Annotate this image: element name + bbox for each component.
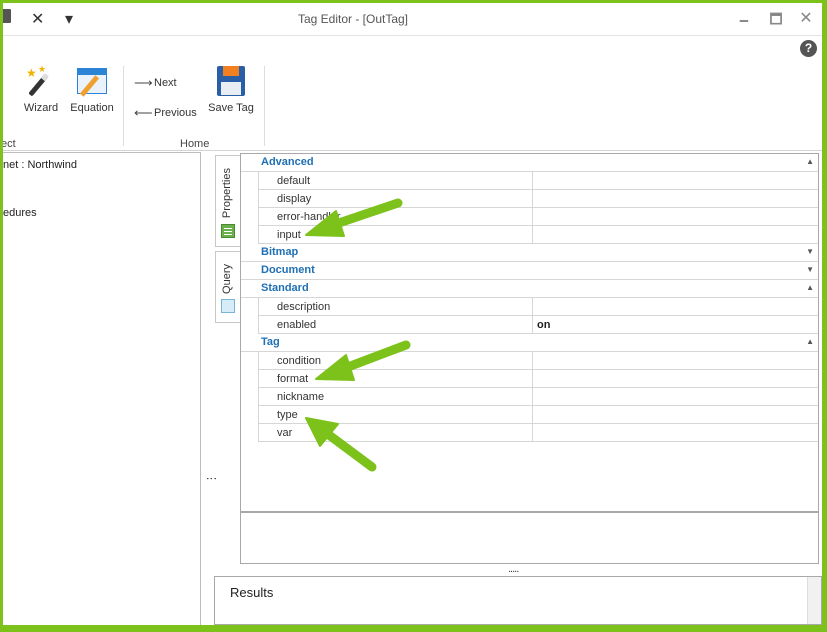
category-label: Advanced (261, 156, 314, 168)
help-icon[interactable]: ? (800, 40, 817, 57)
property-value-field[interactable] (532, 388, 819, 405)
property-row-var[interactable]: var (258, 424, 818, 442)
category-label: Document (261, 264, 315, 276)
minimize-button[interactable]: 🗕 (733, 9, 755, 29)
category-standard[interactable]: Standard ▲ (241, 280, 818, 298)
maximize-button[interactable]: 🗖 (765, 9, 787, 29)
save-tag-button[interactable]: Save Tag (205, 66, 257, 114)
tab-query[interactable]: Query (215, 251, 241, 323)
property-value-field[interactable] (532, 352, 819, 369)
tree-item-procedures[interactable]: edures (3, 207, 37, 219)
ribbon-group-home-label: Home (180, 138, 210, 150)
window-title: Tag Editor - [OutTag] (297, 12, 409, 26)
property-name: input (277, 229, 301, 241)
collapse-icon[interactable]: ▲ (806, 157, 814, 166)
arrow-right-icon: ⟶ (134, 75, 153, 90)
category-bitmap[interactable]: Bitmap ▼ (241, 244, 818, 262)
property-name: display (277, 193, 312, 205)
results-label: Results (230, 585, 274, 600)
wizard-button[interactable]: ★ ★ Wizard (21, 64, 61, 114)
property-name: nickname (277, 391, 325, 403)
ribbon-separator (123, 66, 124, 146)
property-value-field[interactable] (532, 298, 819, 315)
save-tag-label: Save Tag (208, 102, 254, 114)
property-value-field[interactable] (532, 226, 819, 243)
property-value: on (537, 319, 551, 331)
property-value-field[interactable] (532, 190, 819, 207)
tree-item-connection[interactable]: net : Northwind (3, 159, 77, 171)
property-list-icon (221, 224, 235, 238)
tab-query-label: Query (221, 264, 233, 294)
category-tag[interactable]: Tag ▲ (241, 334, 818, 352)
category-label: Bitmap (261, 246, 299, 258)
property-name: error-handler (277, 211, 341, 223)
property-name: format (277, 373, 309, 385)
tag-editor-window: ✕ ▾ Tag Editor - [OutTag] 🗕 🗖 ✕ ? w ★ ★ … (3, 3, 822, 625)
property-row-enabled[interactable]: enabled on (258, 316, 818, 334)
magic-wand-icon: ★ ★ (24, 64, 58, 98)
property-value-field[interactable] (532, 172, 819, 189)
close-button[interactable]: ✕ (795, 9, 817, 29)
category-label: Tag (261, 336, 280, 348)
floppy-disk-icon (214, 66, 248, 98)
arrow-left-icon: ⟵ (134, 105, 153, 120)
property-row-type[interactable]: type (258, 406, 818, 424)
property-row-default[interactable]: default (258, 172, 818, 190)
property-row-condition[interactable]: condition (258, 352, 818, 370)
equation-label: Equation (70, 102, 114, 114)
property-row-description[interactable]: description (258, 298, 818, 316)
tab-properties-label: Properties (221, 168, 233, 219)
property-name: enabled (277, 319, 317, 331)
expand-icon[interactable]: ▼ (806, 247, 814, 256)
property-value-field[interactable] (532, 208, 819, 225)
vertical-splitter-handle[interactable]: ⋮ (205, 473, 218, 482)
expand-icon[interactable]: ▼ (806, 265, 814, 274)
collapse-icon[interactable]: ▲ (806, 337, 814, 346)
previous-label: Previous (154, 106, 197, 119)
category-document[interactable]: Document ▼ (241, 262, 818, 280)
property-value-field[interactable] (532, 406, 819, 423)
property-name: type (277, 409, 298, 421)
results-panel: Results (214, 576, 822, 625)
results-scrollbar[interactable] (807, 577, 821, 624)
property-name: var (277, 427, 293, 439)
property-name: default (277, 175, 311, 187)
property-row-input[interactable]: input (258, 226, 818, 244)
connection-tree-panel: net : Northwind edures (3, 152, 201, 625)
category-advanced[interactable]: Advanced ▲ (241, 154, 818, 172)
property-name: condition (277, 355, 322, 367)
property-value-field[interactable]: on (532, 316, 819, 333)
ribbon-separator (264, 66, 265, 146)
property-grid: Advanced ▲ default display error-handler inpu… (240, 153, 819, 513)
previous-button[interactable]: ⟵Previous (134, 105, 197, 121)
property-name: description (277, 301, 331, 313)
property-row-nickname[interactable]: nickname (258, 388, 818, 406)
property-value-field[interactable] (532, 370, 819, 387)
property-row-format[interactable]: format (258, 370, 818, 388)
title-bar: ✕ ▾ Tag Editor - [OutTag] 🗕 🗖 ✕ (3, 3, 822, 35)
equation-icon (75, 66, 109, 98)
ribbon-group-label: ect (3, 138, 16, 150)
tab-properties[interactable]: Properties (215, 155, 241, 247)
query-edit-icon (221, 299, 235, 313)
ribbon: ? w ★ ★ Wizard Equation ⟶Next ⟵Previous (3, 35, 822, 151)
wizard-label: Wizard (23, 102, 59, 114)
property-description-panel (240, 511, 819, 564)
property-row-display[interactable]: display (258, 190, 818, 208)
property-row-error-handler[interactable]: error-handler (258, 208, 818, 226)
collapse-icon[interactable]: ▲ (806, 283, 814, 292)
next-label: Next (154, 76, 177, 89)
horizontal-splitter-handle[interactable]: ..... (508, 563, 519, 575)
equation-button[interactable]: Equation (67, 66, 117, 114)
property-value-field[interactable] (532, 424, 819, 441)
next-button[interactable]: ⟶Next (134, 75, 177, 91)
category-label: Standard (261, 282, 309, 294)
